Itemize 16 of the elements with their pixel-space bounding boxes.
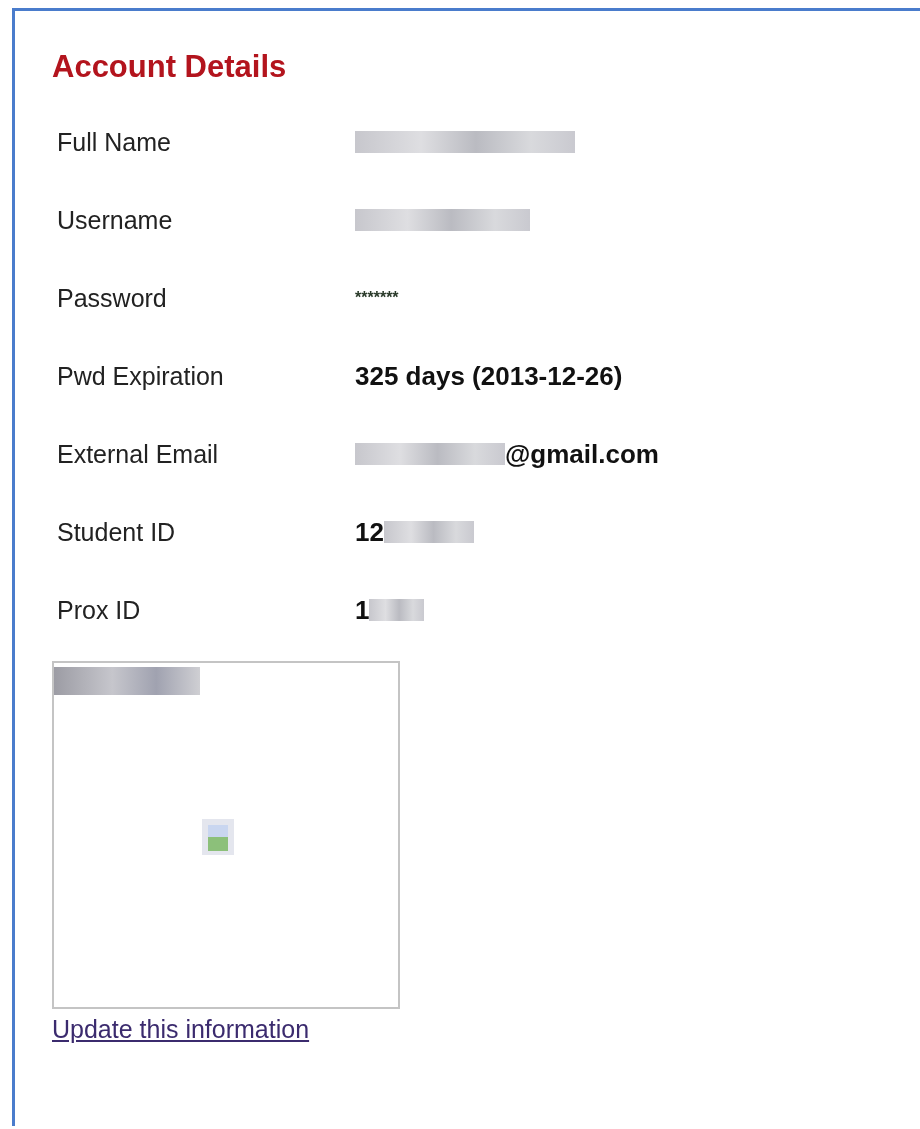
field-value: 325 days (2013-12-26) — [355, 360, 623, 392]
update-link[interactable]: Update this information — [52, 1015, 310, 1044]
field-value: ******* — [355, 289, 399, 307]
field-label: Full Name — [56, 127, 172, 157]
field-value: @gmail.com — [505, 438, 659, 470]
field-value: 1 — [355, 594, 370, 626]
field-label: Pwd Expiration — [56, 361, 225, 391]
field-label: Username — [56, 205, 174, 235]
field-label: Student ID — [56, 517, 177, 547]
broken-image-icon — [200, 817, 236, 857]
section-title: Account Details — [52, 49, 288, 85]
blurred-text — [369, 599, 425, 621]
field-value: 12 — [355, 516, 384, 548]
field-label: Password — [56, 283, 168, 313]
field-label: External Email — [56, 439, 220, 469]
field-label: Prox ID — [56, 595, 142, 625]
